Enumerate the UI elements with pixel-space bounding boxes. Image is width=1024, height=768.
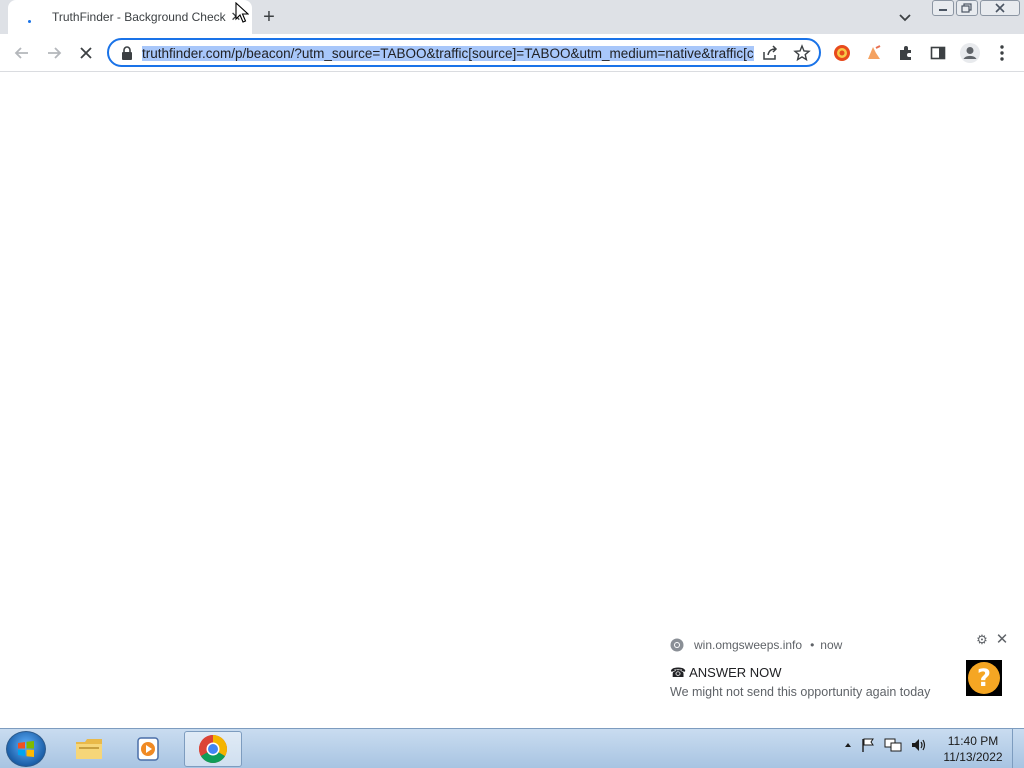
web-notification[interactable]: win.omgsweeps.info • now ⚙ ✕ ☎ ANSWER NO… <box>662 630 1014 726</box>
mouse-cursor-icon <box>235 2 249 23</box>
restore-button[interactable] <box>956 0 978 16</box>
kebab-menu-icon[interactable] <box>990 41 1014 65</box>
chrome-icon <box>670 638 684 652</box>
speaker-volume-icon[interactable] <box>910 737 928 753</box>
show-desktop-button[interactable] <box>1012 729 1024 768</box>
address-bar[interactable]: truthfinder.com/p/beacon/?utm_source=TAB… <box>107 38 821 67</box>
notification-close-icon[interactable]: ✕ <box>994 632 1010 648</box>
window-controls <box>932 0 1020 16</box>
folder-icon <box>76 739 102 759</box>
network-icon[interactable] <box>884 737 902 753</box>
bookmark-star-icon[interactable] <box>793 44 811 62</box>
chrome-icon <box>199 735 227 763</box>
side-panel-icon[interactable] <box>926 41 950 65</box>
clock-time: 11:40 PM <box>947 734 999 748</box>
close-window-button[interactable] <box>980 0 1020 16</box>
taskbar-media-player[interactable] <box>120 731 178 767</box>
share-icon[interactable] <box>761 44 779 62</box>
new-tab-button[interactable]: + <box>259 7 279 27</box>
media-player-icon <box>137 737 159 761</box>
extension-media-icon[interactable] <box>862 41 886 65</box>
notification-settings-gear-icon[interactable]: ⚙ <box>975 633 989 647</box>
question-mark-icon: ? <box>968 662 1000 694</box>
puzzle-extensions-icon[interactable] <box>894 41 918 65</box>
tray-expand-arrow-icon[interactable] <box>844 741 852 749</box>
tab-strip: TruthFinder - Background Check ✕ + <box>0 0 1024 34</box>
notification-title: ☎ ANSWER NOW <box>670 665 782 680</box>
lock-icon[interactable] <box>121 46 133 60</box>
tab-search-chevron-icon[interactable] <box>896 8 914 26</box>
minimize-button[interactable] <box>932 0 954 16</box>
notification-source: win.omgsweeps.info • now <box>670 638 842 652</box>
notification-body: We might not send this opportunity again… <box>670 685 931 699</box>
system-tray <box>844 737 928 753</box>
stop-loading-icon[interactable] <box>74 41 98 65</box>
taskbar-chrome[interactable] <box>184 731 242 767</box>
tab-title: TruthFinder - Background Check <box>52 10 226 24</box>
back-arrow-icon[interactable] <box>10 41 34 65</box>
profile-avatar-icon[interactable] <box>958 41 982 65</box>
windows-taskbar: 11:40 PM 11/13/2022 <box>0 728 1024 768</box>
loading-spinner-icon <box>22 9 38 25</box>
notification-question-image: ? <box>966 660 1002 696</box>
browser-tab[interactable]: TruthFinder - Background Check ✕ <box>8 0 252 34</box>
taskbar-clock[interactable]: 11:40 PM 11/13/2022 <box>936 733 1010 765</box>
windows-logo-icon <box>18 741 34 757</box>
notification-origin: win.omgsweeps.info <box>694 638 803 652</box>
browser-toolbar: truthfinder.com/p/beacon/?utm_source=TAB… <box>0 34 1024 72</box>
notification-separator: • <box>810 638 815 652</box>
action-center-flag-icon[interactable] <box>860 737 876 753</box>
forward-arrow-icon[interactable] <box>42 41 66 65</box>
url-text[interactable]: truthfinder.com/p/beacon/?utm_source=TAB… <box>142 45 754 62</box>
start-button[interactable] <box>6 731 46 767</box>
clock-date: 11/13/2022 <box>943 750 1003 764</box>
extension-icon[interactable] <box>830 41 854 65</box>
notification-time: now <box>820 638 843 652</box>
taskbar-file-explorer[interactable] <box>60 731 118 767</box>
